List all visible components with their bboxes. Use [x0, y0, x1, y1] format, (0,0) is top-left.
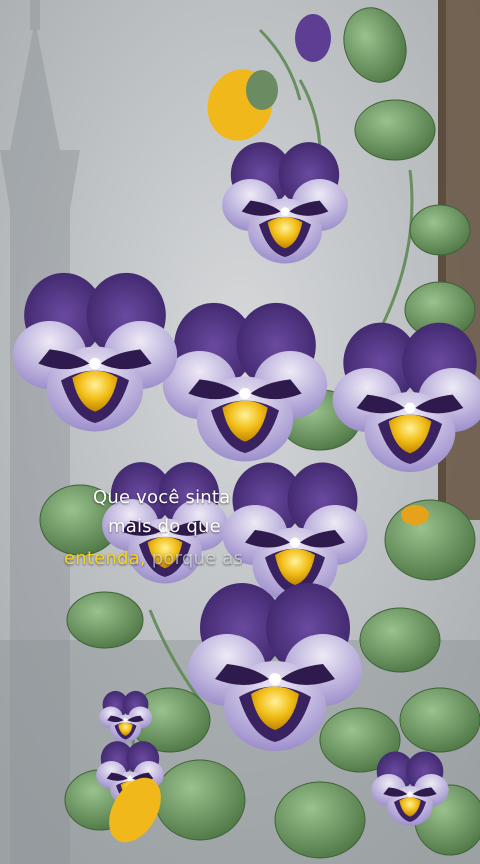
caption-line-1: Que você sinta [93, 487, 231, 508]
caption-line-2: mais do que [108, 516, 221, 537]
caption-highlight-word: entenda, [64, 548, 146, 569]
caption-line-3-rest: porque as [145, 548, 244, 569]
pansy-illustration [0, 0, 480, 864]
caption-line-3: entenda, porque as [64, 548, 480, 569]
pansy-photo: Que você sinta mais do que entenda, porq… [0, 0, 480, 864]
